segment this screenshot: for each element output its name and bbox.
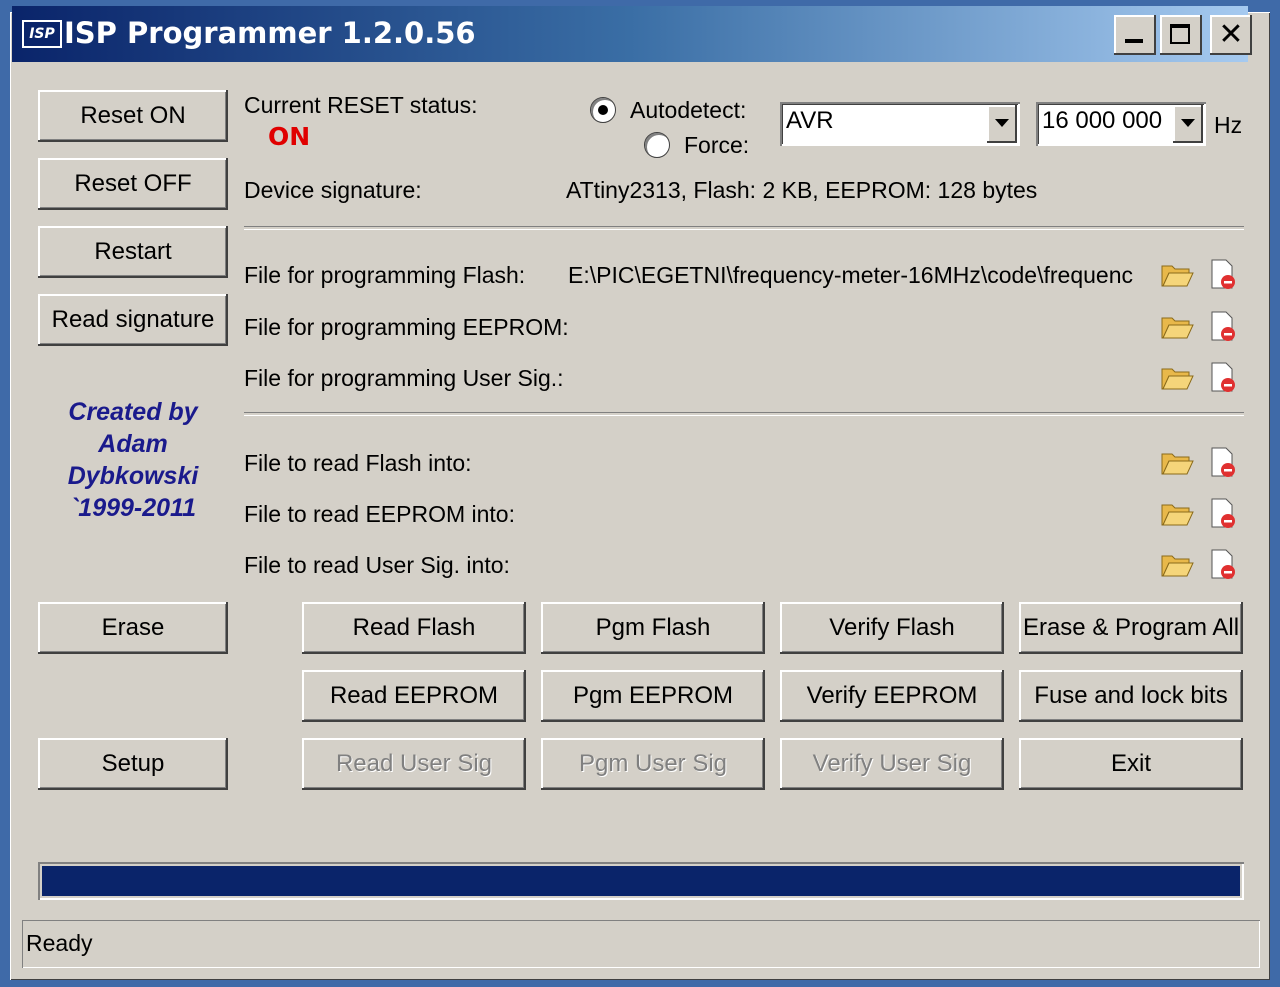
progress-bar bbox=[38, 862, 1244, 900]
minimize-icon bbox=[1125, 39, 1143, 43]
credit-line: Dybkowski bbox=[67, 462, 199, 490]
setup-button[interactable]: Setup bbox=[38, 738, 228, 790]
folder-open-icon[interactable] bbox=[1160, 446, 1194, 476]
pgm-flash-button[interactable]: Pgm Flash bbox=[541, 602, 765, 654]
pgm-user-sig-button: Pgm User Sig bbox=[541, 738, 765, 790]
progress-bar-fill bbox=[42, 866, 1240, 896]
reset-status-label: Current RESET status: bbox=[244, 92, 478, 118]
device-select[interactable]: AVR bbox=[780, 102, 1020, 146]
signature-value: ATtiny2313, Flash: 2 KB, EEPROM: 128 byt… bbox=[566, 177, 1038, 203]
pgm-eeprom-button[interactable]: Pgm EEPROM bbox=[541, 670, 765, 722]
clear-file-icon[interactable] bbox=[1206, 497, 1238, 529]
force-radio[interactable] bbox=[644, 132, 670, 158]
clear-file-icon[interactable] bbox=[1206, 258, 1238, 290]
folder-open-icon[interactable] bbox=[1160, 497, 1194, 527]
eeprom-read-file-label: File to read EEPROM into: bbox=[244, 501, 515, 527]
maximize-icon bbox=[1170, 24, 1190, 44]
usersig-program-file-label: File for programming User Sig.: bbox=[244, 365, 564, 391]
verify-eeprom-button[interactable]: Verify EEPROM bbox=[780, 670, 1004, 722]
exit-button[interactable]: Exit bbox=[1019, 738, 1243, 790]
folder-open-icon[interactable] bbox=[1160, 258, 1194, 288]
frequency-select-value: 16 000 000 bbox=[1042, 107, 1163, 134]
erase-button[interactable]: Erase bbox=[38, 602, 228, 654]
window-title: ISP Programmer 1.2.0.56 bbox=[64, 16, 476, 50]
chevron-down-icon[interactable] bbox=[1173, 105, 1203, 143]
reset-off-button[interactable]: Reset OFF bbox=[38, 158, 228, 210]
minimize-button[interactable] bbox=[1114, 15, 1156, 55]
read-flash-button[interactable]: Read Flash bbox=[302, 602, 526, 654]
flash-read-file-label: File to read Flash into: bbox=[244, 450, 472, 476]
autodetect-radio[interactable] bbox=[590, 97, 616, 123]
clear-file-icon[interactable] bbox=[1206, 446, 1238, 478]
read-eeprom-button[interactable]: Read EEPROM bbox=[302, 670, 526, 722]
radio-selected-dot bbox=[598, 105, 608, 115]
status-bar: Ready bbox=[22, 920, 1260, 968]
credit-line: `1999-2011 bbox=[69, 494, 197, 522]
flash-program-file-label: File for programming Flash: bbox=[244, 262, 526, 288]
folder-open-icon[interactable] bbox=[1160, 361, 1194, 391]
device-select-value: AVR bbox=[786, 107, 834, 134]
folder-open-icon[interactable] bbox=[1160, 310, 1194, 340]
read-user-sig-button: Read User Sig bbox=[302, 738, 526, 790]
erase-program-all-button[interactable]: Erase & Program All bbox=[1019, 602, 1243, 654]
clear-file-icon[interactable] bbox=[1206, 310, 1238, 342]
read-signature-button[interactable]: Read signature bbox=[38, 294, 228, 346]
clear-file-icon[interactable] bbox=[1206, 548, 1238, 580]
verify-user-sig-button: Verify User Sig bbox=[780, 738, 1004, 790]
credit-line: Adam bbox=[98, 430, 168, 458]
frequency-unit: Hz bbox=[1214, 112, 1243, 138]
verify-flash-button[interactable]: Verify Flash bbox=[780, 602, 1004, 654]
autodetect-label: Autodetect: bbox=[630, 97, 747, 123]
title-bar: ISP ISP Programmer 1.2.0.56 ✕ bbox=[12, 6, 1252, 62]
usersig-read-file-label: File to read User Sig. into: bbox=[244, 552, 510, 578]
close-icon: ✕ bbox=[1218, 17, 1244, 52]
fuse-lock-bits-button[interactable]: Fuse and lock bits bbox=[1019, 670, 1243, 722]
maximize-button[interactable] bbox=[1160, 15, 1202, 55]
credit-text: Created by Adam Dybkowski `1999-2011 bbox=[40, 396, 226, 524]
close-button[interactable]: ✕ bbox=[1210, 15, 1252, 55]
clear-file-icon[interactable] bbox=[1206, 361, 1238, 393]
signature-label: Device signature: bbox=[244, 177, 422, 203]
restart-button[interactable]: Restart bbox=[38, 226, 228, 278]
eeprom-program-file-label: File for programming EEPROM: bbox=[244, 314, 569, 340]
frequency-select[interactable]: 16 000 000 bbox=[1036, 102, 1206, 146]
flash-program-file-path: E:\PIC\EGETNI\frequency-meter-16MHz\code… bbox=[568, 262, 1133, 288]
app-icon: ISP bbox=[22, 20, 62, 48]
separator bbox=[244, 226, 1244, 230]
separator bbox=[244, 412, 1244, 416]
folder-open-icon[interactable] bbox=[1160, 548, 1194, 578]
force-label: Force: bbox=[684, 132, 750, 158]
reset-status-value: ON bbox=[268, 122, 311, 151]
credit-line: Created by bbox=[68, 398, 198, 426]
chevron-down-icon[interactable] bbox=[987, 105, 1017, 143]
reset-on-button[interactable]: Reset ON bbox=[38, 90, 228, 142]
status-text: Ready bbox=[26, 930, 93, 956]
